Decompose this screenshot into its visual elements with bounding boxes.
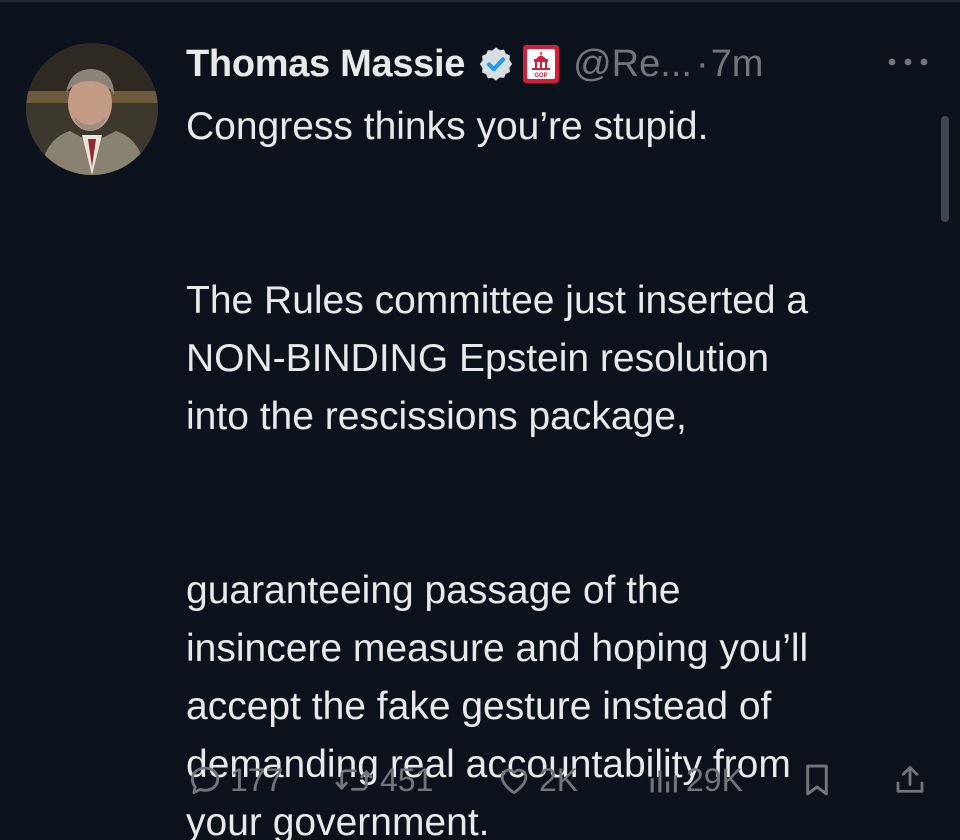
verified-badge-icon[interactable] bbox=[477, 45, 515, 83]
repost-icon bbox=[334, 761, 374, 799]
more-options-icon[interactable] bbox=[884, 50, 932, 74]
header-separator: · bbox=[695, 42, 709, 85]
author-handle[interactable]: @Re... bbox=[573, 43, 692, 86]
heart-icon bbox=[495, 761, 533, 799]
reply-button[interactable]: 177 bbox=[186, 752, 283, 808]
tweet-text-line: guaranteeing passage of the bbox=[186, 569, 681, 612]
reply-count: 177 bbox=[230, 761, 284, 798]
tweet-text-line: into the rescissions package, bbox=[186, 395, 687, 438]
tweet[interactable]: Thomas Massie GOP @Re... · 7m Congress t… bbox=[0, 0, 960, 840]
share-upload-icon bbox=[892, 761, 928, 799]
tweet-text-line: accept the fake gesture instead of bbox=[186, 685, 772, 728]
avatar[interactable] bbox=[26, 43, 158, 175]
views-chart-icon bbox=[646, 761, 680, 799]
tweet-text-line: The Rules committee just inserted a bbox=[186, 279, 809, 322]
affiliation-badge-text: GOP bbox=[534, 73, 547, 79]
views-button[interactable]: 29K bbox=[646, 752, 743, 808]
tweet-text-line: Congress thinks you’re stupid. bbox=[186, 105, 709, 148]
author-name[interactable]: Thomas Massie bbox=[186, 43, 465, 86]
views-count: 29K bbox=[686, 761, 743, 798]
tweet-header: Thomas Massie GOP @Re... · 7m bbox=[186, 38, 763, 90]
tweet-text: Congress thinks you’re stupid. The Rules… bbox=[186, 98, 926, 840]
scrollbar-thumb[interactable] bbox=[941, 116, 949, 222]
bookmark-icon bbox=[800, 761, 834, 799]
like-count: 2K bbox=[539, 761, 579, 798]
tweet-timestamp[interactable]: 7m bbox=[711, 43, 764, 86]
repost-button[interactable]: 451 bbox=[334, 752, 433, 808]
bookmark-button[interactable] bbox=[800, 752, 834, 808]
repost-count: 451 bbox=[380, 761, 434, 798]
tweet-text-line: NON-BINDING Epstein resolution bbox=[186, 337, 770, 380]
reply-icon bbox=[186, 761, 224, 799]
like-button[interactable]: 2K bbox=[495, 752, 578, 808]
house-gop-affiliation-icon[interactable]: GOP bbox=[523, 45, 560, 83]
tweet-text-line: insincere measure and hoping you’ll bbox=[186, 627, 809, 670]
share-button[interactable] bbox=[892, 752, 928, 808]
tweet-actions: 177 451 2K 29K bbox=[0, 752, 960, 808]
